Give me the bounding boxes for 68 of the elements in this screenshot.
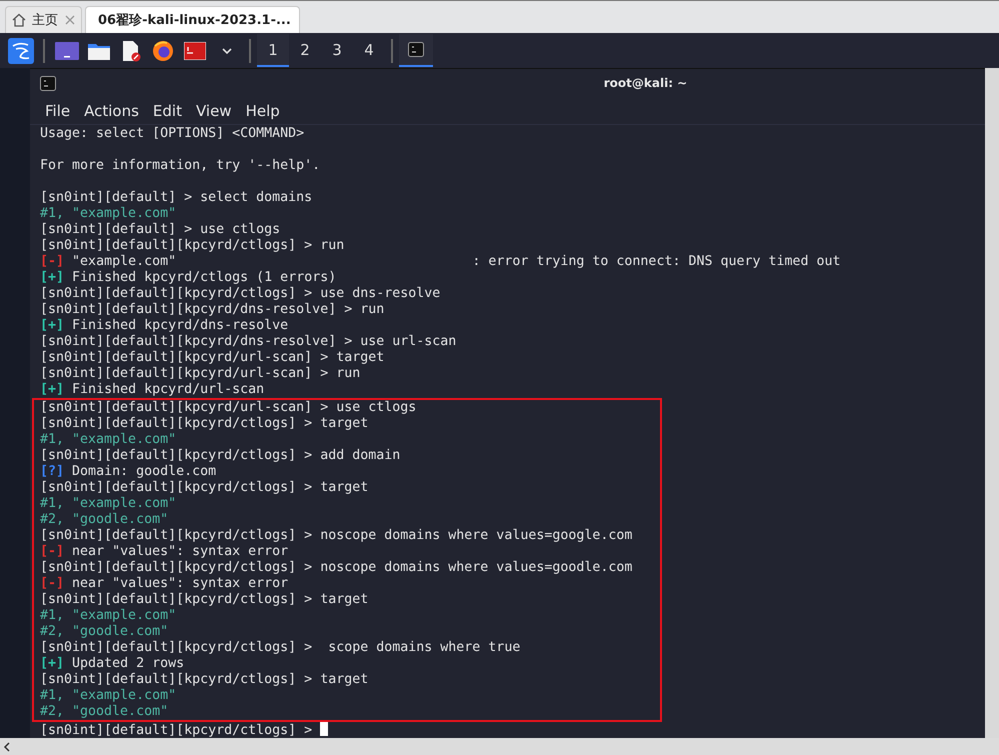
terminal-line: [sn0int][default][kpcyrd/url-scan] > run	[40, 366, 362, 382]
terminal-line: [sn0int][default][kpcyrd/ctlogs] > noscope domains where values=google.com	[40, 528, 634, 544]
result-line: #2, "goodle.com"	[40, 704, 170, 720]
terminal-icon	[40, 76, 56, 91]
taskbar-window-button[interactable]	[399, 34, 433, 67]
workspace-button[interactable]: 1	[257, 34, 289, 67]
terminal-line: [sn0int][default][kpcyrd/dns-resolve] > run	[40, 302, 386, 318]
status-marker: [-]	[40, 254, 64, 269]
status-marker: [+]	[40, 656, 64, 671]
terminal-line: [sn0int][default][kpcyrd/ctlogs] > target	[40, 416, 370, 432]
status-message: "example.com" : error trying to connect: DNS query timed out	[72, 254, 841, 269]
terminal-line: [sn0int][default][kpcyrd/ctlogs] > target	[40, 480, 370, 496]
menu-item[interactable]: Actions	[77, 100, 146, 122]
workspace-button[interactable]: 4	[353, 34, 385, 67]
menu-item[interactable]: View	[188, 100, 239, 122]
terminal-icon[interactable]	[184, 42, 206, 60]
status-marker: [+]	[40, 382, 64, 397]
status-marker: [?]	[40, 464, 64, 479]
terminal-line: Usage: select [OPTIONS] <COMMAND>	[40, 126, 306, 142]
terminal-line: [sn0int][default][kpcyrd/ctlogs] > scope domains where true	[40, 640, 522, 656]
result-line: #1, "example.com"	[40, 608, 178, 624]
workspace-button[interactable]: 3	[321, 34, 353, 67]
desktop-icon[interactable]	[55, 42, 79, 60]
terminal-prompt: [sn0int][default][kpcyrd/ctlogs] >	[40, 723, 312, 738]
home-icon	[12, 13, 26, 27]
dragon-logo-icon[interactable]	[8, 38, 34, 64]
result-line: #1, "example.com"	[40, 688, 178, 704]
status-message: Finished kpcyrd/ctlogs (1 errors)	[72, 270, 336, 285]
browser-icon[interactable]	[152, 40, 174, 62]
terminal-line: [sn0int][default][kpcyrd/url-scan] > target	[40, 350, 386, 366]
status-marker: [+]	[40, 318, 64, 333]
terminal-line: [sn0int][default][kpcyrd/url-scan] > use ctlogs	[40, 400, 418, 416]
result-line: #1, "example.com"	[40, 206, 178, 222]
browser-tab[interactable]: 06翟珍-kali-linux-2023.1-...	[85, 6, 300, 33]
text-cursor	[320, 722, 328, 736]
terminal-line: [sn0int][default][kpcyrd/ctlogs] > run	[40, 238, 346, 254]
menu-item[interactable]: File	[38, 100, 78, 122]
menu-item[interactable]: Help	[238, 100, 287, 122]
status-marker: [-]	[40, 576, 64, 591]
terminal-line: [sn0int][default][kpcyrd/dns-resolve] > use url-scan	[40, 334, 458, 350]
result-line: #2, "goodle.com"	[40, 624, 170, 640]
terminal-line: [sn0int][default][kpcyrd/ctlogs] > use dns-resolve	[40, 286, 442, 302]
text-editor-icon[interactable]	[121, 40, 141, 62]
terminal-line: For more information, try '--help'.	[40, 158, 322, 174]
terminal-line: [sn0int][default] > select domains	[40, 190, 314, 206]
status-message: near "values": syntax error	[72, 544, 288, 559]
status-message: Domain: goodle.com	[72, 464, 216, 479]
result-line: #1, "example.com"	[40, 432, 178, 448]
terminal-line: [sn0int][default][kpcyrd/ctlogs] > target	[40, 592, 370, 608]
folder-icon[interactable]	[88, 42, 110, 60]
terminal-line: [sn0int][default] > use ctlogs	[40, 222, 282, 238]
terminal-icon	[408, 42, 424, 57]
status-marker: [-]	[40, 544, 64, 559]
status-message: Finished kpcyrd/url-scan	[72, 382, 264, 397]
terminal-line: [sn0int][default][kpcyrd/ctlogs] > add domain	[40, 448, 402, 464]
chevron-down-icon[interactable]	[221, 46, 233, 54]
result-line: #2, "goodle.com"	[40, 512, 170, 528]
status-message: Finished kpcyrd/dns-resolve	[72, 318, 288, 333]
browser-tab[interactable]: 主页	[5, 6, 82, 33]
result-line: #1, "example.com"	[40, 496, 178, 512]
terminal-line: [sn0int][default][kpcyrd/ctlogs] > noscope domains where values=goodle.com	[40, 560, 634, 576]
menu-item[interactable]: Edit	[146, 100, 189, 122]
status-message: near "values": syntax error	[72, 576, 288, 591]
window-title: root@kali: ~	[602, 76, 688, 90]
status-marker: [+]	[40, 270, 64, 285]
status-message: Updated 2 rows	[72, 656, 184, 671]
workspace-button[interactable]: 2	[289, 34, 321, 67]
terminal-line: [sn0int][default][kpcyrd/ctlogs] > target	[40, 672, 370, 688]
